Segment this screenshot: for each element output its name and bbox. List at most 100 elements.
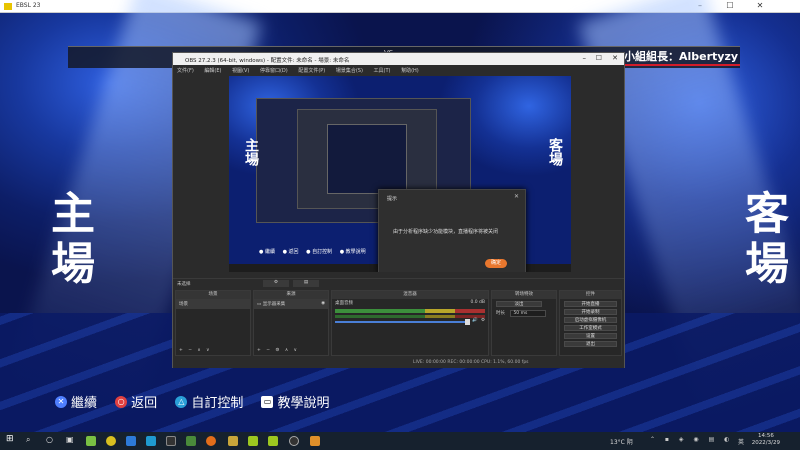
obs-status-bar: LIVE: 00:00:00 REC: 00:00:00 CPU: 1.1%, …	[173, 358, 624, 368]
custom-controls-button[interactable]: △ 自訂控制	[175, 392, 243, 411]
obs-minimize-icon[interactable]: –	[583, 54, 587, 62]
maximize-icon[interactable]: ☐	[720, 1, 740, 10]
filters-button[interactable]: ▤	[293, 280, 319, 287]
app-yellow-icon[interactable]	[106, 436, 116, 446]
app-icon	[4, 3, 12, 10]
volume-meter-2	[335, 315, 485, 318]
dialog-close-icon[interactable]: ✕	[514, 193, 519, 200]
transition-duration-row: 时长 50 ms	[492, 309, 556, 318]
preview-custom-label: 自訂控制	[312, 249, 333, 255]
virtual-camera-button[interactable]: 启动虚拟摄像机	[564, 317, 617, 323]
cortana-icon[interactable]: ○	[46, 435, 56, 445]
mixer-level: 0.0 dB	[470, 300, 485, 305]
start-icon[interactable]: ⊞	[6, 434, 16, 444]
controls-dock-title: 控件	[560, 291, 621, 299]
touchpad-icon: ▭	[261, 395, 274, 408]
continue-button[interactable]: ✕ 繼續	[55, 392, 97, 411]
app-green-icon[interactable]	[186, 436, 196, 446]
dialog-title: 提示	[387, 196, 398, 202]
obs-icon[interactable]	[289, 436, 299, 446]
clock-date: 2022/3/29	[751, 440, 780, 446]
speaker-icon[interactable]: 🔊	[472, 318, 478, 323]
obs-preview[interactable]: 主場 客場 ● 繼續 ● 返回 ● 自訂控制 ● 教學說明 提示 ✕ 由于分析程…	[229, 76, 571, 272]
away-label: 客場	[737, 190, 788, 290]
back-button[interactable]: ○ 返回	[115, 392, 157, 411]
menu-file[interactable]: 文件(F)	[177, 68, 194, 74]
scenes-dock: 场景 场景 + − ∧ ∨	[175, 290, 251, 356]
tray-icons[interactable]: ⌃ ▪ ◈ ◉ ▤ ◐	[650, 436, 733, 443]
controller-hints: ✕ 繼續 ○ 返回 △ 自訂控制 ▭ 教學說明	[55, 392, 343, 411]
properties-button[interactable]: ⚙	[263, 280, 289, 287]
menu-tools[interactable]: 工具(T)	[374, 68, 391, 74]
menu-docks[interactable]: 停靠窗口(D)	[260, 68, 288, 74]
preview-away-label: 客場	[547, 138, 563, 166]
preview-home-label: 主場	[243, 138, 259, 166]
folder-icon[interactable]	[228, 436, 238, 446]
preview-controller-hints: ● 繼續 ● 返回 ● 自訂控制 ● 教學說明	[259, 249, 366, 255]
source-item[interactable]: ▭ 显示器采集 ◉	[254, 299, 328, 309]
menu-profile[interactable]: 配置文件(P)	[298, 68, 325, 74]
app-22b-icon[interactable]	[268, 436, 278, 446]
windows-taskbar: ⊞ ⌕ ○ ▣ 13°C 阴 ⌃ ▪ ◈ ◉ ▤ ◐ 英 14:56 2022/…	[0, 432, 800, 450]
close-icon[interactable]: ✕	[750, 1, 770, 10]
menu-edit[interactable]: 編輯(E)	[204, 68, 221, 74]
obs-close-icon[interactable]: ✕	[612, 54, 618, 62]
app-blue-icon[interactable]	[126, 436, 136, 446]
menu-help[interactable]: 幫助(H)	[401, 68, 419, 74]
language-indicator[interactable]: 英	[738, 437, 744, 446]
error-dialog: 提示 ✕ 由于分析程序缺少功能模块，直播程序将被关闭 确定	[378, 189, 526, 272]
transitions-dock: 转场特效 淡出 时长 50 ms	[491, 290, 557, 356]
app-cyan-icon[interactable]	[146, 436, 156, 446]
studio-mode-button[interactable]: 工作室模式	[564, 325, 617, 331]
sources-dock: 来源 ▭ 显示器采集 ◉ + − ⚙ ∧ ∨	[253, 290, 329, 356]
back-label: 返回	[131, 396, 158, 411]
obs-maximize-icon[interactable]: ☐	[596, 54, 602, 62]
mixer-settings-icon[interactable]: ⚙	[481, 318, 485, 323]
duration-input[interactable]: 50 ms	[510, 310, 547, 317]
mixer-dock-title: 混音器	[332, 291, 488, 299]
monitor-icon: ▭	[257, 302, 262, 307]
exit-button[interactable]: 退出	[564, 341, 617, 347]
source-item-label: 显示器采集	[262, 302, 286, 307]
preview-back-label: 返回	[288, 249, 299, 255]
team-leader-label: 小組組長：Albertyzy	[624, 50, 739, 63]
continue-label: 繼續	[71, 396, 98, 411]
app-22-icon[interactable]	[248, 436, 258, 446]
obs-menu-bar: 文件(F) 編輯(E) 視圖(V) 停靠窗口(D) 配置文件(P) 場景集合(S…	[173, 65, 624, 75]
task-view-icon[interactable]: ▣	[66, 435, 76, 445]
scenes-dock-title: 场景	[176, 291, 250, 299]
custom-controls-label: 自訂控制	[191, 396, 244, 411]
volume-meter	[335, 309, 485, 313]
clock-time: 14:56	[757, 433, 774, 439]
mixer-dock: 混音器 桌面音频 0.0 dB 🔊 ⚙	[331, 290, 489, 356]
dialog-ok-button[interactable]: 确定	[485, 259, 507, 268]
menu-view[interactable]: 視圖(V)	[232, 68, 249, 74]
start-recording-button[interactable]: 开始录制	[564, 309, 617, 315]
mixer-channel-name: 桌面音频	[335, 301, 353, 306]
obs-title: OBS 27.2.3 (64-bit, windows) - 配置文件: 未命名…	[185, 58, 350, 64]
duration-label: 时长	[496, 311, 505, 316]
clock[interactable]: 14:56 2022/3/29	[752, 433, 780, 447]
app-orange-icon[interactable]	[310, 436, 320, 446]
circle-icon: ○	[115, 395, 128, 408]
transition-select[interactable]: 淡出	[496, 301, 542, 307]
search-icon[interactable]: ⌕	[26, 435, 36, 445]
settings-button[interactable]: 设置	[564, 333, 617, 339]
transitions-dock-title: 转场特效	[492, 291, 556, 299]
preview-tutorial-label: 教學說明	[345, 249, 366, 255]
start-streaming-button[interactable]: 开始直播	[564, 301, 617, 307]
sources-toolbar[interactable]: + − ⚙ ∧ ∨	[257, 348, 299, 353]
firefox-icon[interactable]	[206, 436, 216, 446]
controls-dock: 控件 开始直播 开始录制 启动虚拟摄像机 工作室模式 设置 退出	[559, 290, 622, 356]
store-icon[interactable]	[86, 436, 96, 446]
weather-widget[interactable]: 13°C 阴	[610, 437, 633, 446]
obs-titlebar: OBS 27.2.3 (64-bit, windows) - 配置文件: 未命名…	[173, 53, 624, 65]
scenes-toolbar[interactable]: + − ∧ ∨	[179, 348, 211, 353]
menu-scene-collection[interactable]: 場景集合(S)	[336, 68, 363, 74]
volume-slider[interactable]	[335, 319, 470, 325]
visibility-icon[interactable]: ◉	[321, 301, 325, 306]
sources-dock-title: 来源	[254, 291, 328, 299]
tutorial-button[interactable]: ▭ 教學說明	[261, 392, 329, 411]
scene-item[interactable]: 场景	[176, 299, 250, 309]
app-dark-icon[interactable]	[166, 436, 176, 446]
